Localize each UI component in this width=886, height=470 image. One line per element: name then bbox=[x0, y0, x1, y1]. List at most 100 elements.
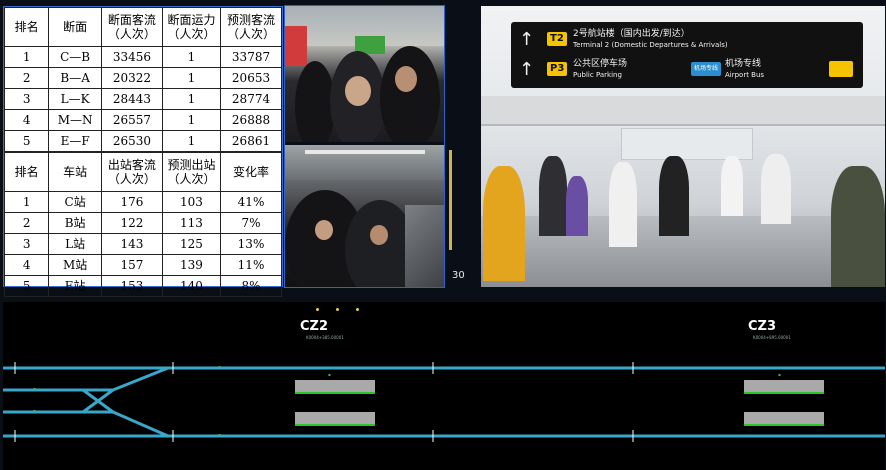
col-rank-header: 排名 bbox=[3, 152, 50, 192]
cell: 8% bbox=[220, 275, 282, 297]
col-forecast-exit-header: 预测出站 （人次） bbox=[161, 152, 222, 192]
col-exit-flow-header: 出站客流 （人次） bbox=[100, 152, 163, 192]
cell: 13% bbox=[220, 233, 282, 255]
cell: C—B bbox=[48, 46, 102, 68]
col-forecast-flow-header: 预测客流 （人次） bbox=[220, 7, 282, 47]
cell: 26557 bbox=[100, 109, 163, 131]
table-row: 5 E—F 26530 1 26861 bbox=[3, 130, 282, 152]
table-row: 4 M—N 26557 1 26888 bbox=[3, 109, 282, 131]
cell: 2 bbox=[3, 212, 50, 234]
airport-bus-label-en: Airport Bus bbox=[725, 71, 765, 79]
cell: B站 bbox=[48, 212, 102, 234]
table-row: 5 E站 153 140 8% bbox=[3, 275, 282, 297]
cell: 1 bbox=[3, 191, 50, 213]
table-row: 1 C—B 33456 1 33787 bbox=[3, 46, 282, 68]
col-section-capacity-header: 断面运力 （人次） bbox=[161, 7, 222, 47]
cell: 125 bbox=[161, 233, 222, 255]
terminal-label-cn: 2号航站楼（国内出发/到达） bbox=[573, 29, 690, 39]
cell: 1 bbox=[3, 46, 50, 68]
cell: 4 bbox=[3, 109, 50, 131]
legend-dot bbox=[356, 308, 359, 311]
station-cz2-mileage: K0004+385.00001 bbox=[306, 335, 344, 340]
switch-line bbox=[112, 366, 169, 392]
parking-label-cn: 公共区停车场 bbox=[573, 59, 628, 69]
cell: 28774 bbox=[220, 88, 282, 110]
person-right bbox=[831, 166, 885, 287]
signal-marker: ▪ bbox=[778, 372, 781, 377]
car-icon bbox=[829, 61, 853, 77]
terminal-hall-video[interactable]: ↑ T2 2号航站楼（国内出发/到达） Terminal 2 (Domestic… bbox=[481, 6, 885, 287]
terminal-label-en: Terminal 2 (Domestic Departures & Arriva… bbox=[573, 41, 728, 49]
cell: 143 bbox=[100, 233, 163, 255]
cell: B—A bbox=[48, 67, 102, 89]
cell: 1 bbox=[161, 46, 222, 68]
parking-label-en: Public Parking bbox=[573, 71, 622, 79]
table-row: 3 L—K 28443 1 28774 bbox=[3, 88, 282, 110]
cell: 33787 bbox=[220, 46, 282, 68]
person bbox=[659, 156, 689, 236]
cell: L站 bbox=[48, 233, 102, 255]
signal-marker: ▪ bbox=[33, 408, 36, 413]
terminal-badge: T2 bbox=[547, 32, 567, 46]
cell: 103 bbox=[161, 191, 222, 213]
person-yellow bbox=[483, 166, 525, 281]
escalator bbox=[405, 205, 444, 287]
col-section-header: 断面 bbox=[48, 7, 102, 47]
airport-bus-tag: 机场专线 bbox=[691, 62, 722, 76]
cell: E—F bbox=[48, 130, 102, 152]
cell: 140 bbox=[161, 275, 222, 297]
legend-dot bbox=[316, 308, 319, 311]
cell: 157 bbox=[100, 254, 163, 276]
cell: 113 bbox=[161, 212, 222, 234]
child-purple bbox=[566, 176, 588, 236]
arrow-up-icon: ↑ bbox=[519, 59, 535, 80]
cell: 1 bbox=[161, 130, 222, 152]
station-cz3-mileage: K0004+895.00001 bbox=[753, 335, 791, 340]
sign-row-terminal: ↑ T2 2号航站楼（国内出发/到达） Terminal 2 (Domestic… bbox=[519, 28, 855, 54]
face-shape bbox=[315, 220, 333, 240]
section-flow-table: 排名 断面 断面客流 （人次） 断面运力 （人次） 预测客流 （人次） 1 C—… bbox=[3, 7, 282, 152]
col-station-header: 车站 bbox=[48, 152, 102, 192]
cell: 26530 bbox=[100, 130, 163, 152]
table-row: 3 L站 143 125 13% bbox=[3, 233, 282, 255]
track-schematic: CZ2 K0004+385.00001 CZ3 K0004+895.00001 … bbox=[3, 302, 885, 470]
cell: 41% bbox=[220, 191, 282, 213]
platform-cz2-upper[interactable] bbox=[295, 380, 375, 394]
cell: 26888 bbox=[220, 109, 282, 131]
signal-marker: ▪ bbox=[218, 432, 221, 437]
crowded-escalator-video[interactable] bbox=[285, 145, 444, 287]
cell: 33456 bbox=[100, 46, 163, 68]
signal-marker: ▪ bbox=[33, 386, 36, 391]
cell: 4 bbox=[3, 254, 50, 276]
cell: 1 bbox=[161, 109, 222, 131]
person bbox=[539, 156, 567, 236]
ceiling-light bbox=[305, 150, 425, 154]
wayfinding-sign: ↑ T2 2号航站楼（国内出发/到达） Terminal 2 (Domestic… bbox=[511, 22, 863, 88]
face-shape bbox=[370, 225, 388, 245]
cell: 7% bbox=[220, 212, 282, 234]
table-row: 4 M站 157 139 11% bbox=[3, 254, 282, 276]
col-section-flow-header: 断面客流 （人次） bbox=[100, 7, 163, 47]
platform-cz3-upper[interactable] bbox=[744, 380, 824, 394]
cell: 26861 bbox=[220, 130, 282, 152]
platform-cz2-lower[interactable] bbox=[295, 412, 375, 426]
signal-marker: ▪ bbox=[218, 364, 221, 369]
person-white bbox=[761, 154, 791, 224]
person-white bbox=[721, 156, 743, 216]
cell: 1 bbox=[161, 88, 222, 110]
cell: 1 bbox=[161, 67, 222, 89]
station-cz3-name: CZ3 bbox=[748, 319, 777, 334]
legend-dot bbox=[336, 308, 339, 311]
cell: 176 bbox=[100, 191, 163, 213]
cell: C站 bbox=[48, 191, 102, 213]
cell: 11% bbox=[220, 254, 282, 276]
timeline-marker bbox=[449, 150, 452, 250]
terminal-ceiling bbox=[481, 96, 885, 126]
cell: 2 bbox=[3, 67, 50, 89]
cell: 28443 bbox=[100, 88, 163, 110]
table-row: 1 C站 176 103 41% bbox=[3, 191, 282, 213]
platform-cz3-lower[interactable] bbox=[744, 412, 824, 426]
table-row: 2 B站 122 113 7% bbox=[3, 212, 282, 234]
cell: 3 bbox=[3, 233, 50, 255]
signal-marker: ▪ bbox=[328, 372, 331, 377]
